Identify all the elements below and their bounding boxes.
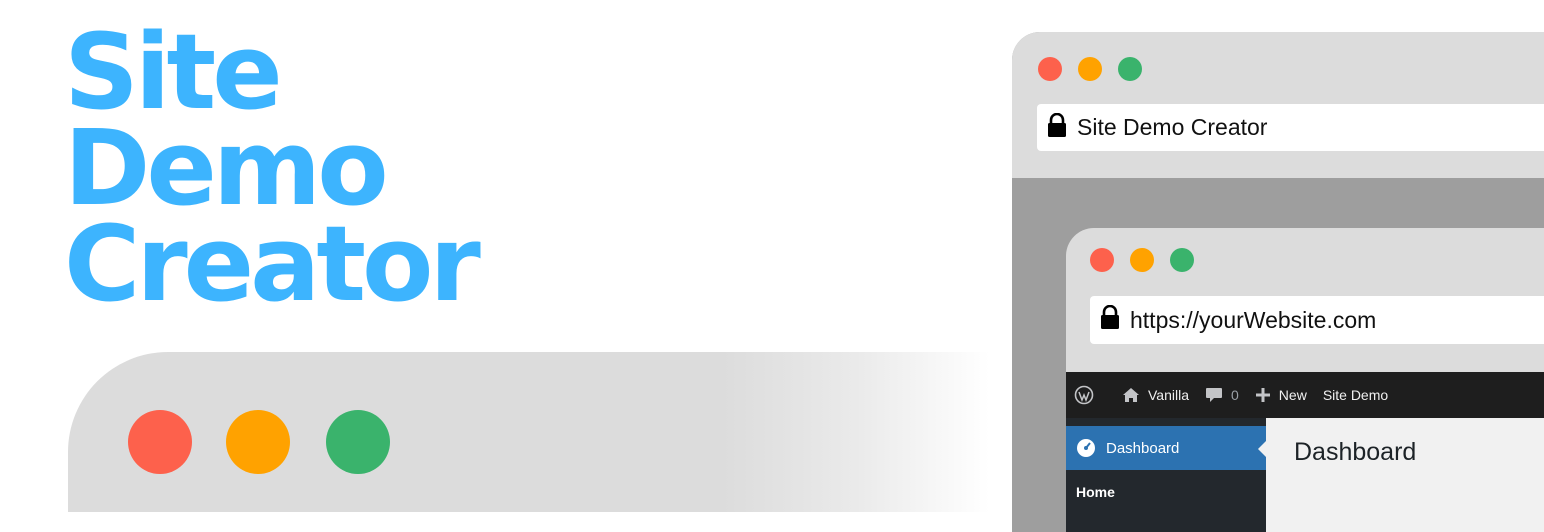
hero-title-line-1: Site bbox=[64, 11, 283, 133]
decorative-maximize-dot bbox=[326, 410, 390, 474]
home-icon bbox=[1123, 388, 1139, 402]
decorative-minimize-dot bbox=[226, 410, 290, 474]
sidebar-subitem-home[interactable]: Home bbox=[1076, 484, 1115, 500]
comments-menu[interactable]: 0 bbox=[1205, 387, 1239, 403]
new-label: New bbox=[1278, 387, 1307, 403]
hero-title: Site Demo Creator bbox=[64, 11, 481, 325]
dashboard-icon bbox=[1077, 439, 1095, 457]
wp-content-area: Dashboard bbox=[1266, 418, 1544, 532]
site-demo-menu[interactable]: Site Demo bbox=[1323, 387, 1388, 403]
new-content-menu[interactable]: New bbox=[1255, 387, 1307, 403]
wp-admin-bar: Vanilla 0 New Site Demo bbox=[1066, 372, 1544, 418]
inner-url-text: https://yourWebsite.com bbox=[1130, 306, 1377, 333]
outer-maximize-button[interactable] bbox=[1118, 57, 1142, 81]
outer-close-button[interactable] bbox=[1038, 57, 1062, 81]
outer-browser-window: Site Demo Creator https://yourWebsite.co… bbox=[1012, 32, 1544, 532]
comment-icon bbox=[1206, 388, 1222, 402]
inner-address-bar[interactable]: https://yourWebsite.com bbox=[1090, 296, 1544, 344]
inner-maximize-button[interactable] bbox=[1170, 248, 1194, 272]
inner-minimize-button[interactable] bbox=[1130, 248, 1154, 272]
decorative-close-dot bbox=[128, 410, 192, 474]
outer-address-bar[interactable]: Site Demo Creator bbox=[1037, 104, 1544, 151]
wordpress-logo-icon[interactable] bbox=[1074, 385, 1102, 405]
inner-close-button[interactable] bbox=[1090, 248, 1114, 272]
lock-icon bbox=[1100, 304, 1120, 335]
hero-title-line-3: Creator bbox=[64, 203, 481, 325]
site-demo-label: Site Demo bbox=[1322, 387, 1389, 403]
plus-icon bbox=[1255, 388, 1270, 402]
page-title: Dashboard bbox=[1294, 438, 1417, 466]
comments-count: 0 bbox=[1231, 387, 1239, 403]
wp-admin-sidebar: Dashboard Home bbox=[1066, 418, 1267, 532]
site-name-menu[interactable]: Vanilla bbox=[1122, 387, 1189, 403]
lock-icon bbox=[1047, 112, 1067, 143]
outer-minimize-button[interactable] bbox=[1078, 57, 1102, 81]
sidebar-item-label: Dashboard bbox=[1106, 439, 1180, 457]
hero-title-line-2: Demo bbox=[64, 107, 389, 229]
decorative-window bbox=[68, 352, 1028, 512]
site-name-label: Vanilla bbox=[1148, 387, 1189, 403]
outer-url-text: Site Demo Creator bbox=[1077, 114, 1268, 140]
inner-browser-window: https://yourWebsite.com Vanilla 0 New Si… bbox=[1066, 228, 1544, 532]
sidebar-item-dashboard[interactable]: Dashboard bbox=[1066, 426, 1267, 470]
